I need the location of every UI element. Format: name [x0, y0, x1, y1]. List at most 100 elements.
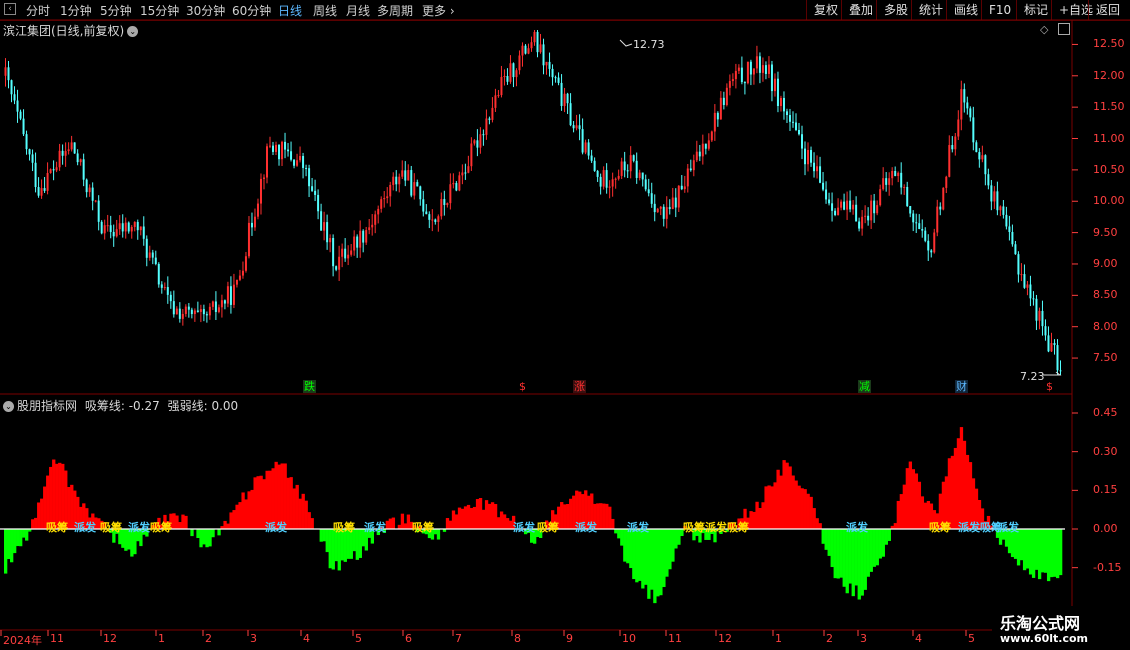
candle-body	[37, 187, 40, 196]
candle-body	[223, 300, 226, 304]
candle-body	[779, 97, 782, 107]
indicator-bar	[1031, 529, 1036, 578]
price-tick: 8.50	[1093, 288, 1118, 302]
indicator-bar	[505, 518, 510, 529]
indicator-bar	[569, 498, 573, 529]
candle-body	[1032, 298, 1035, 300]
candle-body	[674, 197, 677, 208]
candle-body	[386, 196, 389, 199]
indicator-bar	[665, 529, 669, 577]
candle-body	[148, 252, 151, 258]
indicator-bar	[812, 508, 816, 529]
indicator-bar	[1058, 529, 1063, 576]
indicator-bar	[821, 529, 825, 544]
price-tick: 8.00	[1093, 319, 1118, 333]
candle-body	[491, 107, 494, 120]
indicator-bar	[256, 476, 260, 529]
price-tick: 10.00	[1093, 194, 1125, 208]
chevron-down-icon[interactable]: ⌄	[3, 401, 14, 412]
candle-body	[404, 170, 407, 181]
candle-body	[437, 216, 440, 222]
candle-body	[822, 182, 825, 190]
indicator-bar	[830, 529, 834, 568]
candle-body	[617, 175, 620, 179]
candle-body	[58, 150, 61, 168]
candle-body	[446, 203, 449, 206]
price-tick: 12.50	[1093, 37, 1125, 51]
candle-body	[852, 204, 855, 210]
candle-body	[73, 142, 76, 154]
indicator-bar	[226, 523, 230, 529]
indicator-bar	[611, 518, 615, 529]
candle-body	[485, 118, 488, 135]
indicator-bar	[755, 501, 759, 529]
indicator-bar	[845, 529, 849, 594]
indicator-bar	[388, 518, 393, 529]
candle-body	[825, 189, 828, 200]
candle-body	[488, 118, 491, 120]
candle-body	[97, 200, 100, 222]
candle-body	[395, 176, 398, 185]
candle-body	[347, 254, 350, 259]
candle-body	[109, 225, 112, 232]
candle-body	[773, 78, 776, 92]
indicator-bar	[854, 529, 858, 586]
candle-body	[506, 76, 509, 82]
indicator-bar	[1022, 529, 1027, 571]
indicator-tick: 0.30	[1093, 444, 1118, 458]
candle-body	[936, 206, 939, 233]
line2-value: 强弱线: 0.00	[167, 399, 239, 413]
candle-body	[984, 155, 987, 175]
candle-body	[449, 184, 452, 204]
indicator-bar	[217, 529, 221, 536]
candle-body	[798, 129, 801, 135]
candle-body	[1041, 310, 1044, 327]
indicator-bar	[785, 462, 789, 529]
low-price-label: 7.23	[1020, 370, 1045, 383]
indicator-bar	[644, 529, 648, 585]
candle-body	[142, 226, 145, 239]
indicator-bar	[283, 463, 287, 529]
candle-body	[1029, 284, 1032, 299]
candle-body	[244, 256, 247, 271]
candle-body	[749, 61, 752, 75]
candle-body	[782, 97, 785, 112]
candle-body	[689, 168, 692, 171]
candle-body	[722, 97, 725, 105]
candle-body	[434, 219, 437, 222]
indicator-bar	[490, 502, 495, 529]
candle-body	[767, 64, 770, 74]
candle-body	[464, 172, 467, 174]
candle-body	[596, 170, 599, 177]
candle-body	[635, 160, 638, 178]
indicator-bar	[298, 498, 302, 529]
indicator-bar	[31, 519, 35, 529]
candle-body	[599, 176, 602, 187]
indicator-bar	[172, 513, 176, 529]
candle-body	[873, 200, 876, 214]
candle-body	[365, 230, 368, 243]
candle-body	[124, 222, 127, 232]
candle-body	[572, 125, 575, 129]
indicator-bar	[860, 529, 864, 596]
candle-body	[623, 161, 626, 171]
candle-body	[181, 313, 184, 319]
candle-body	[217, 307, 220, 312]
candle-body	[193, 310, 196, 315]
candle-body	[392, 176, 395, 185]
candle-body	[900, 172, 903, 188]
indicator-bar	[325, 529, 329, 553]
candle-body	[380, 199, 383, 209]
indicator-bar	[566, 503, 570, 529]
candle-body	[791, 121, 794, 123]
candle-body	[680, 185, 683, 190]
candle-body	[299, 156, 302, 161]
date-tick: 11	[668, 632, 682, 645]
indicator-bar	[508, 520, 513, 529]
indicator-bar	[872, 529, 876, 567]
indicator-bar	[605, 503, 609, 529]
indicator-bar	[899, 494, 903, 529]
candle-body	[554, 77, 557, 79]
indicator-bar	[22, 529, 26, 538]
indicator-bar	[70, 484, 74, 529]
